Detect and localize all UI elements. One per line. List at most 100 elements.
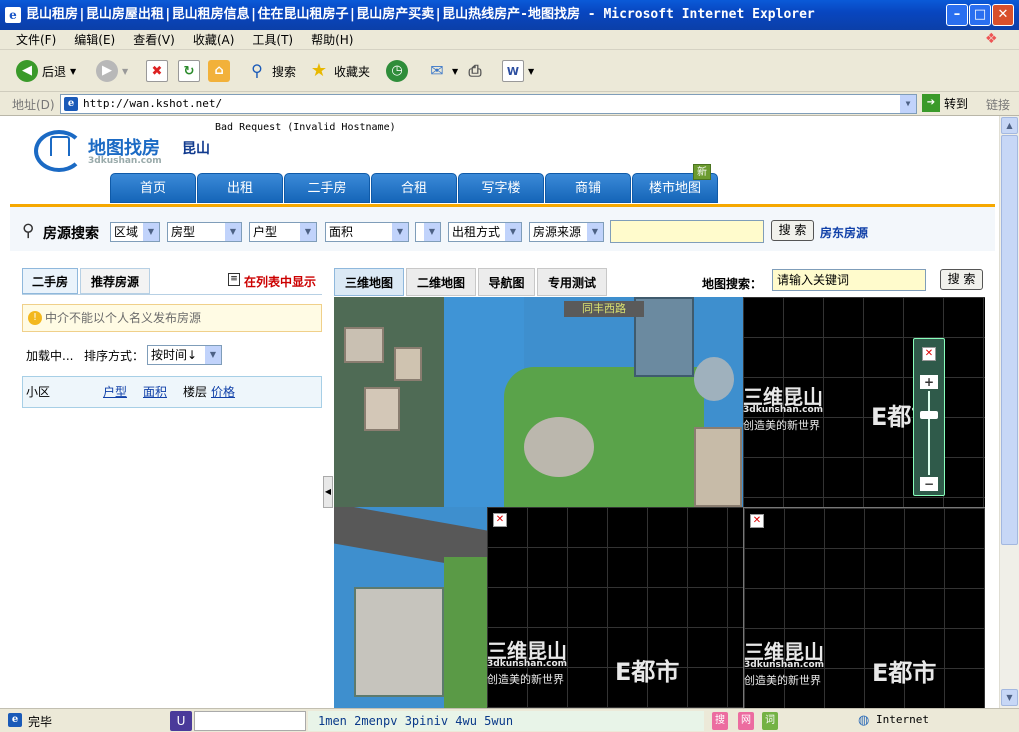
brand-slogan: 创造美的新世界 [744,674,821,687]
map-search-input[interactable]: 请输入关键词 [772,269,926,291]
scroll-thumb[interactable] [1001,135,1018,545]
go-button[interactable]: ➔ 转到 [922,94,968,112]
filter-source-value: 房源来源 [533,225,582,239]
print-button[interactable]: ⎙ [464,58,486,84]
col-area-sort[interactable]: 面积 [143,377,167,407]
scroll-down-icon[interactable]: ▼ [1001,689,1018,706]
map-building [394,347,422,381]
nav-second-hand[interactable]: 二手房 [284,173,370,203]
error-message: Bad Request (Invalid Hostname) [215,122,396,133]
tab-special-test[interactable]: 专用测试 [537,268,607,296]
edit-word-button[interactable]: W ▼ [502,58,534,84]
col-price-sort[interactable]: 价格 [211,377,235,407]
favorites-button[interactable]: ★ 收藏夹 [308,58,370,84]
window-title-bar: 昆山租房|昆山房屋出租|昆山租房信息|住在昆山租房子|昆山房产买卖|昆山热线房产… [0,0,1019,30]
filter-rent-mode[interactable]: 出租方式 ▼ [448,222,522,242]
brand-url: 3dkunshan.com [743,405,824,415]
zoom-out-button[interactable]: − [920,477,938,491]
filter-house-type-value: 房型 [171,225,196,239]
search-button[interactable]: ⚲ 搜索 [246,58,296,84]
collapse-panel-handle[interactable]: ◀ [323,476,333,508]
filter-house-type[interactable]: 房型 ▼ [167,222,242,242]
minimize-button[interactable]: – [946,4,968,26]
zoom-slider-handle[interactable] [920,411,938,419]
address-label: 地址(D) [12,98,55,112]
list-icon: ≡ [228,273,240,286]
map-search-label: 地图搜索： [702,277,763,291]
menu-file[interactable]: 文件(F) [0,30,65,50]
menu-favorites[interactable]: 收藏(A) [184,30,244,50]
menu-view[interactable]: 查看(V) [124,30,184,50]
city-name: 昆山 [182,141,210,157]
zoom-in-button[interactable]: + [920,375,938,389]
nav-home[interactable]: 首页 [110,173,196,203]
landlord-listings-link[interactable]: 房东房源 [820,224,868,241]
tab-second-hand[interactable]: 二手房 [22,268,78,294]
nav-shared-rent[interactable]: 合租 [371,173,457,203]
filter-source[interactable]: 房源来源 ▼ [529,222,604,242]
home-icon: ⌂ [208,60,230,82]
web-page: 地图找房 3dkushan.com 昆山 Bad Request (Invali… [0,116,999,708]
close-window-button[interactable]: ✕ [992,4,1014,26]
chevron-down-icon: ▼ [300,223,316,241]
sort-select[interactable]: 按时间↓ ▼ [147,345,222,365]
tab-2d-map[interactable]: 二维地图 [406,268,476,296]
address-input[interactable]: e http://wan.kshot.net/ ▼ [60,94,917,114]
tab-recommended[interactable]: 推荐房源 [80,268,150,294]
menu-tools[interactable]: 工具(T) [243,30,302,50]
search-submit-button[interactable]: 搜 索 [771,220,814,241]
map-plaza [524,417,594,477]
map-tile-3d-river: 同丰西路 [334,297,743,507]
filter-district[interactable]: 区域 ▼ [110,222,160,242]
maximize-button[interactable]: □ [969,4,991,26]
filter-layout-value: 户型 [253,225,278,239]
map-viewport[interactable]: 同丰西路 三维昆山 3dkunshan.com 创造美的新世界 E都市 ✕ 三维… [334,297,985,708]
filter-blank[interactable]: ▼ [415,222,441,242]
filter-layout[interactable]: 户型 ▼ [249,222,317,242]
ime-input-box[interactable] [194,711,306,731]
zoom-close-icon[interactable]: ✕ [922,347,936,361]
ime-icon[interactable]: U [170,711,192,731]
nav-shops[interactable]: 商铺 [545,173,631,203]
nav-rent[interactable]: 出租 [197,173,283,203]
menu-help[interactable]: 帮助(H) [302,30,362,50]
map-search-button[interactable]: 搜 索 [940,269,983,290]
back-button[interactable]: ◀ 后退 ▼ [16,58,76,84]
filter-area[interactable]: 面积 ▼ [325,222,409,242]
refresh-button[interactable]: ↻ [178,58,200,84]
history-button[interactable]: ◷ [386,58,408,84]
mail-button[interactable]: ✉ ▼ [426,58,458,84]
address-dropdown-icon[interactable]: ▼ [900,95,916,113]
menu-edit[interactable]: 编辑(E) [65,30,124,50]
menu-bar: 文件(F) 编辑(E) 查看(V) 收藏(A) 工具(T) 帮助(H) ❖ [0,30,1019,50]
mail-dropdown-icon[interactable]: ▼ [452,67,458,76]
tab-3d-map[interactable]: 三维地图 [334,268,404,296]
ime-word-icon[interactable]: 词 [762,712,778,730]
col-floor: 楼层 [183,385,208,399]
scroll-up-icon[interactable]: ▲ [1001,117,1018,134]
links-label[interactable]: 链接 [986,96,1010,113]
tab-divider [22,294,322,295]
forward-button[interactable]: ▶ ▼ [96,58,128,84]
home-button[interactable]: ⌂ [208,58,230,84]
edit-dropdown-icon[interactable]: ▼ [528,67,534,76]
status-text: 完毕 [28,715,53,729]
search-bar: ⚲ 房源搜索 区域 ▼ 房型 ▼ 户型 ▼ 面积 ▼ ▼ 出租方式 ▼ 房源来源 ▼ 搜 索… [10,207,995,251]
ime-candidates[interactable]: 1men 2menpv 3piniv 4wu 5wun [308,711,704,731]
logo-house-icon [50,136,70,156]
stop-button[interactable]: ✖ [146,58,168,84]
ime-search-icon[interactable]: 搜 [712,712,728,730]
nav-office[interactable]: 写字楼 [458,173,544,203]
col-layout-sort[interactable]: 户型 [103,377,127,407]
page-done-icon: e [8,713,22,727]
vertical-scrollbar[interactable]: ▲ ▼ [999,116,1019,708]
back-dropdown-icon[interactable]: ▼ [70,67,76,76]
ime-web-icon[interactable]: 网 [738,712,754,730]
tab-navigation-map[interactable]: 导航图 [478,268,535,296]
show-in-list-link[interactable]: 在列表中显示 [244,273,316,290]
map-greenery [444,557,487,708]
chevron-down-icon: ▼ [424,223,440,241]
brand-slogan: 创造美的新世界 [743,419,820,432]
keyword-input[interactable] [610,220,764,243]
forward-dropdown-icon[interactable]: ▼ [122,67,128,76]
